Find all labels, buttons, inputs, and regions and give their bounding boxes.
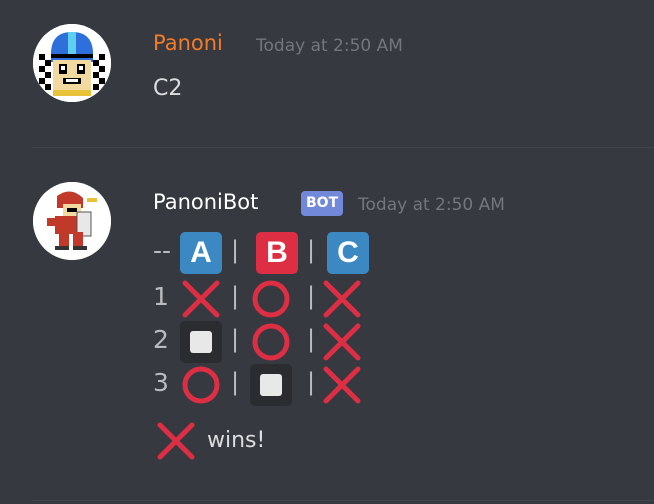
empty-square-icon bbox=[250, 364, 292, 406]
message-text: C2 bbox=[153, 76, 183, 101]
circle-icon bbox=[252, 280, 290, 318]
board-row-3: 3 | | bbox=[153, 364, 633, 410]
row-label: 1 bbox=[153, 282, 169, 311]
message-panoni: Panoni Today at 2:50 AM C2 bbox=[0, 0, 654, 140]
separator: | bbox=[307, 325, 316, 353]
circle-icon bbox=[252, 323, 290, 361]
avatar-panonibot[interactable] bbox=[33, 182, 111, 260]
bot-badge: BOT bbox=[301, 191, 344, 216]
empty-square-icon bbox=[180, 321, 222, 363]
cross-icon bbox=[323, 323, 361, 361]
separator: | bbox=[307, 236, 316, 264]
separator: | bbox=[231, 236, 240, 264]
circle-icon bbox=[182, 366, 220, 404]
separator: | bbox=[307, 282, 316, 310]
row-label: 2 bbox=[153, 325, 169, 354]
cross-icon bbox=[323, 280, 361, 318]
header-prefix: -- bbox=[153, 236, 172, 265]
cross-icon bbox=[323, 366, 361, 404]
column-a-keycap: A bbox=[180, 232, 222, 274]
separator: | bbox=[231, 368, 240, 396]
author-name[interactable]: PanoniBot bbox=[153, 190, 258, 214]
column-b-keycap: B bbox=[256, 232, 298, 274]
author-name[interactable]: Panoni bbox=[153, 31, 223, 55]
avatar-panoni[interactable] bbox=[33, 24, 111, 102]
board-row-1: 1 | | bbox=[153, 278, 633, 324]
megaman-pixel-icon bbox=[33, 24, 111, 102]
separator: | bbox=[231, 282, 240, 310]
result-line: wins! bbox=[153, 420, 633, 466]
board-row-2: 2 | | bbox=[153, 321, 633, 367]
cross-icon bbox=[157, 422, 195, 460]
protoman-pixel-icon bbox=[33, 182, 111, 260]
board-header-row: -- A | B | C bbox=[153, 232, 633, 278]
separator: | bbox=[231, 325, 240, 353]
message-divider bbox=[32, 500, 654, 501]
message-divider bbox=[32, 147, 654, 148]
column-c-keycap: C bbox=[327, 232, 369, 274]
row-label: 3 bbox=[153, 368, 169, 397]
timestamp: Today at 2:50 AM bbox=[358, 195, 505, 215]
separator: | bbox=[307, 368, 316, 396]
cross-icon bbox=[182, 280, 220, 318]
timestamp: Today at 2:50 AM bbox=[256, 36, 403, 56]
result-text: wins! bbox=[207, 428, 266, 453]
message-panonibot: PanoniBot BOT Today at 2:50 AM -- A | B … bbox=[0, 150, 654, 504]
